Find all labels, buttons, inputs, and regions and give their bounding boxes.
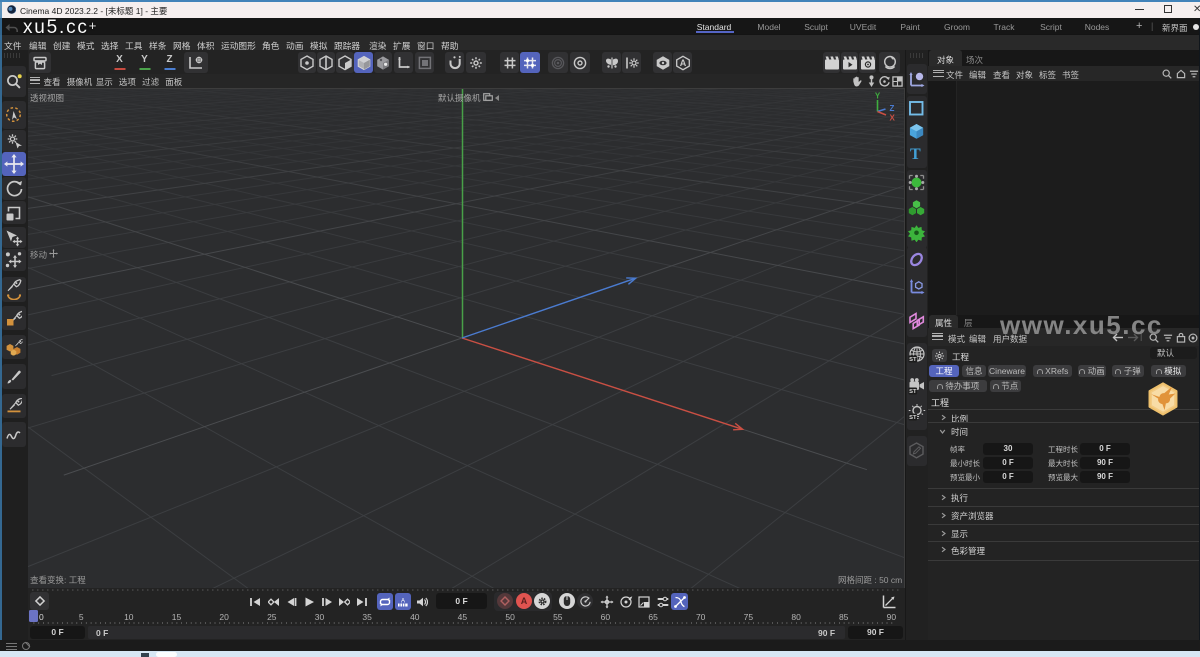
svg-text:X: X [890, 114, 896, 123]
svg-text:Z: Z [890, 104, 895, 113]
svg-text:ST: ST [909, 415, 917, 421]
svg-text:ST: ST [909, 389, 917, 395]
svg-text:ST: ST [909, 357, 917, 363]
svg-text:Y: Y [875, 92, 881, 101]
svg-text:A: A [679, 58, 686, 68]
